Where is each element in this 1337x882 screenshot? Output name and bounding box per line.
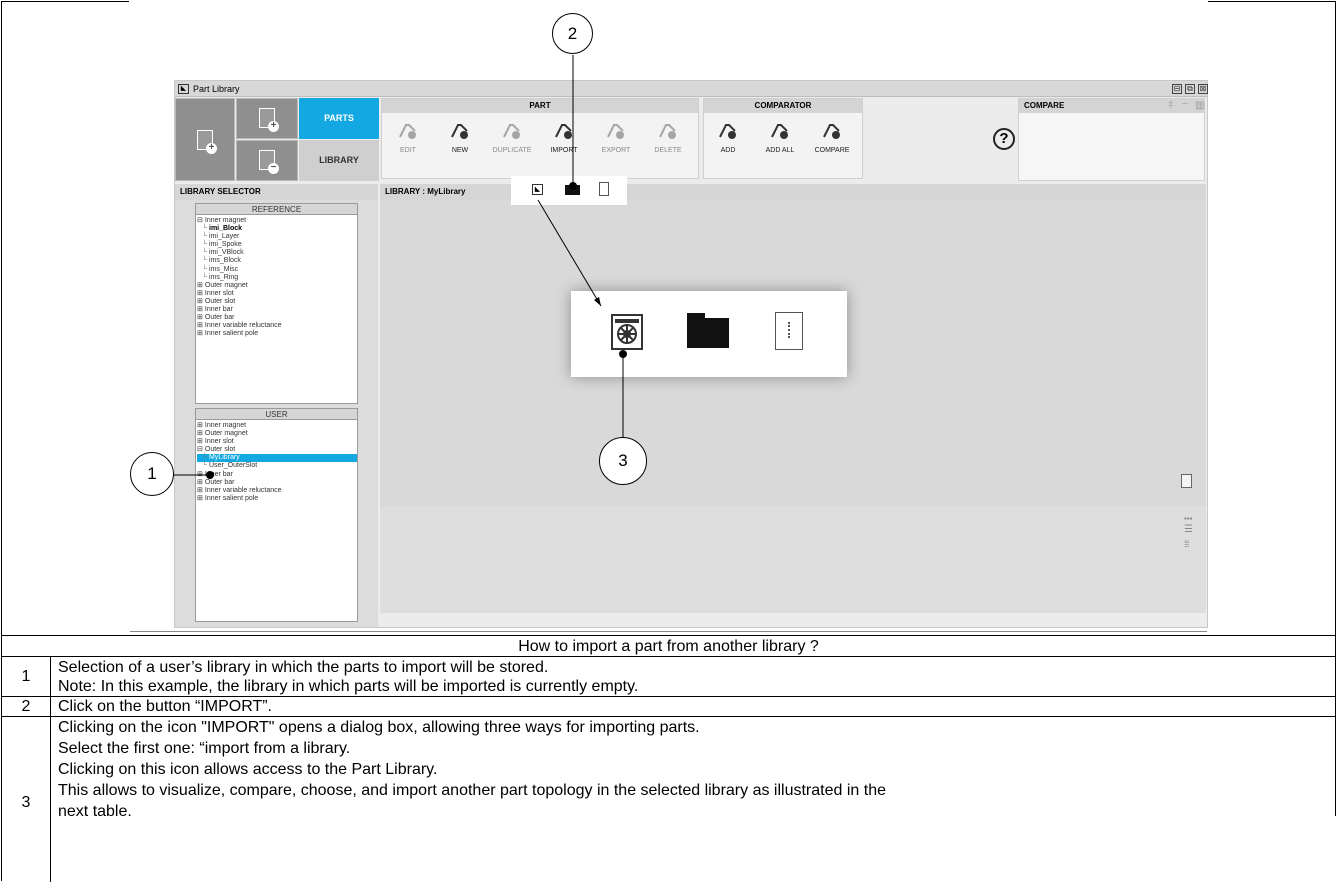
row-3-line-5: next table. (58, 803, 132, 820)
callout-1: 1 (130, 452, 174, 496)
zoom-arrow-line (537, 199, 602, 307)
row-2-line-1: Click on the button “IMPORT”. (58, 698, 272, 715)
callout-lines (172, 55, 627, 479)
row-1-number: 1 (21, 668, 31, 685)
callout-3-dot (619, 350, 627, 358)
row-3-number: 3 (21, 794, 31, 811)
row-1-line-2: Note: In this example, the library in wh… (58, 678, 639, 695)
row-3-line-2: Select the first one: “import from a lib… (58, 740, 351, 757)
table-header: How to import a part from another librar… (518, 638, 819, 655)
callout-3: 3 (599, 437, 647, 485)
row-3-line-1: Clicking on the icon "IMPORT" opens a di… (58, 719, 700, 736)
callout-2: 2 (552, 13, 593, 54)
row-2-number: 2 (21, 698, 31, 715)
callout-1-dot (206, 471, 214, 479)
row-1-line-1: Selection of a user’s library in which t… (58, 659, 549, 676)
row-3-line-3: Clicking on this icon allows access to t… (58, 761, 438, 778)
zoom-arrowhead (594, 297, 601, 306)
row-3-line-4: This allows to visualize, compare, choos… (58, 782, 886, 799)
callout-2-dot (569, 182, 577, 190)
